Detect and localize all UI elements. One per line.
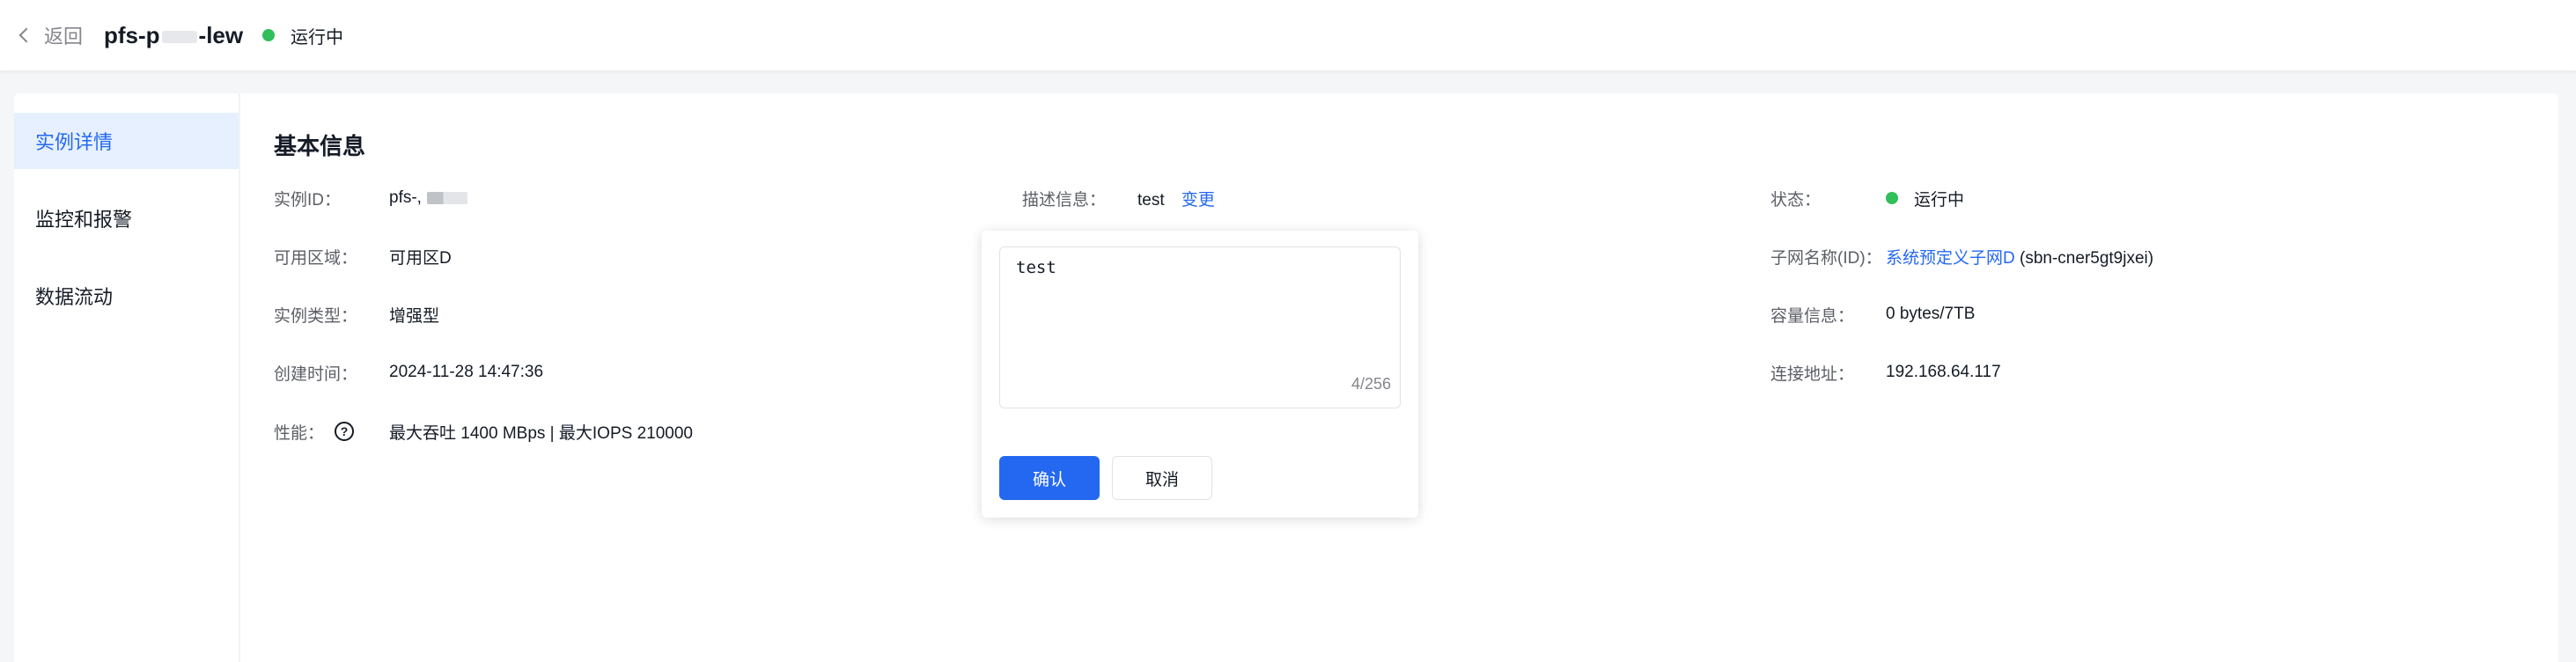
field-value: 0 bytes/7TB xyxy=(1886,305,1976,323)
status-badge: 运行中 xyxy=(262,21,343,49)
change-description-link[interactable]: 变更 xyxy=(1181,191,1215,210)
back-button[interactable]: 返回 xyxy=(16,21,83,49)
sidebar-item-instance-details[interactable]: 实例详情 xyxy=(14,113,239,169)
field-description: 描述信息： test 变更 xyxy=(1022,185,1215,211)
field-label: 创建时间： xyxy=(274,364,358,384)
field-performance: 性能： ? 最大吞吐 1400 MBps | 最大IOPS 210000 xyxy=(274,418,693,445)
redaction-mask xyxy=(161,31,197,44)
status-dot-icon xyxy=(1886,192,1898,204)
chevron-left-icon xyxy=(18,27,34,43)
status-text: 运行中 xyxy=(291,27,343,48)
subnet-id: (sbn-cner5gt9jxei) xyxy=(2020,248,2154,268)
description-textarea-wrapper: test 4/256 xyxy=(999,246,1401,408)
field-instance-type: 实例类型： 增强型 xyxy=(274,301,439,327)
field-value: 192.168.64.117 xyxy=(1886,363,2001,381)
field-zone: 可用区域： 可用区D xyxy=(274,243,452,269)
cancel-button[interactable]: 取消 xyxy=(1112,456,1212,500)
field-connection-address: 连接地址： 192.168.64.117 xyxy=(1770,359,2001,386)
field-value: 系统预定义子网D (sbn-cner5gt9jxei) xyxy=(1886,245,2153,268)
page-title-suffix: -lew xyxy=(198,22,244,48)
field-value: 2024-11-28 14:47:36 xyxy=(389,363,544,381)
subnet-link[interactable]: 系统预定义子网D xyxy=(1886,249,2015,268)
back-label: 返回 xyxy=(44,26,84,48)
redaction-mask xyxy=(426,191,467,204)
description-text: test xyxy=(1137,190,1165,210)
field-label: 性能： xyxy=(274,423,325,443)
sidebar: 实例详情 监控和报警 数据流动 xyxy=(14,93,239,662)
field-value: 最大吞吐 1400 MBps | 最大IOPS 210000 xyxy=(389,423,693,443)
page-title: pfs-p -lew xyxy=(104,19,243,51)
field-instance-id: 实例ID： pfs-, xyxy=(274,185,467,211)
field-label: 描述信息： xyxy=(1022,190,1107,210)
field-value: 运行中 xyxy=(1886,187,1964,210)
field-label: 状态： xyxy=(1770,190,1822,210)
page-title-prefix: pfs-p xyxy=(104,22,160,48)
help-icon[interactable]: ? xyxy=(335,422,355,441)
field-value: pfs-, xyxy=(389,188,467,208)
field-value: 可用区D xyxy=(389,248,452,268)
status-dot-icon xyxy=(262,29,275,41)
field-capacity: 容量信息： 0 bytes/7TB xyxy=(1770,301,1975,327)
field-label: 可用区域： xyxy=(274,248,358,268)
confirm-button[interactable]: 确认 xyxy=(999,456,1100,500)
field-value: test 变更 xyxy=(1137,187,1215,210)
sidebar-item-data-flow[interactable]: 数据流动 xyxy=(14,268,239,324)
field-label: 实例类型： xyxy=(274,306,358,326)
description-textarea[interactable]: test xyxy=(1000,247,1400,408)
sidebar-item-monitoring-alerts[interactable]: 监控和报警 xyxy=(14,190,239,246)
field-label: 容量信息： xyxy=(1770,306,1855,326)
field-subnet: 子网名称(ID)： 系统预定义子网D (sbn-cner5gt9jxei) xyxy=(1770,243,2153,269)
top-bar: 返回 pfs-p -lew 运行中 xyxy=(0,0,2576,70)
field-status: 状态： 运行中 xyxy=(1770,185,1964,211)
field-created-time: 创建时间： 2024-11-28 14:47:36 xyxy=(274,359,543,386)
field-label: 子网名称(ID)： xyxy=(1770,248,1882,268)
status-text: 运行中 xyxy=(1914,190,1965,210)
field-label: 连接地址： xyxy=(1770,364,1855,384)
char-counter: 4/256 xyxy=(1351,375,1391,393)
edit-description-popover: test 4/256 确认 取消 xyxy=(982,231,1418,518)
section-title: 基本信息 xyxy=(274,133,366,159)
field-value: 增强型 xyxy=(389,306,440,326)
field-label: 实例ID： xyxy=(274,190,342,210)
